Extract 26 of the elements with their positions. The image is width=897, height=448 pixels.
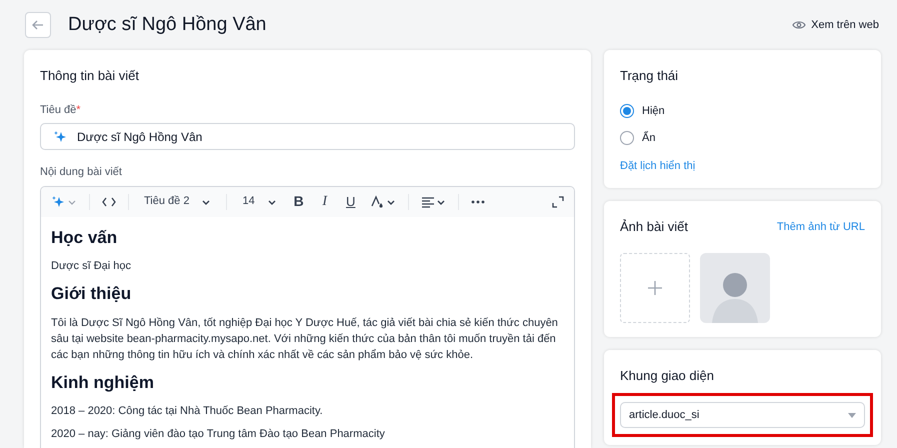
add-image-url-link[interactable]: Thêm ảnh từ URL [776, 218, 865, 235]
content-heading: Kinh nghiệm [51, 372, 155, 394]
content-paragraph: 2018 – 2020: Công tác tại Nhà Thuốc Bean Pharmacity. [51, 404, 324, 419]
field-label: Nội dung bài viết [40, 165, 123, 180]
content-paragraph: Tôi là Dược Sĩ Ngô Hồng Vân, tốt nghiệp Đại học Y Dược Huế, tác giả viết bài chia sẻ kiến thức chuyên sâu tại website bean-pharmacity.mysapo.net. Với những kiến thức của bản thân tôi muốn truyền tải đến các bạn những thông tin hữu ích và chính xác nhất về các sản phẩm bảo vệ sức khỏe. [51, 316, 559, 362]
format-dropdown[interactable]: Tiêu đề 2 [141, 193, 214, 210]
card-title: Ảnh bài viết [620, 218, 688, 236]
field-label: Tiêu đề* [40, 102, 82, 118]
view-on-web-link[interactable]: Xem trên web [792, 16, 879, 34]
content-paragraph: 2020 – nay: Giảng viên đào tạo Trung tâm Đào tạo Bean Pharmacity [51, 427, 386, 442]
template-select[interactable]: article.duoc_si [620, 402, 865, 428]
radio-option[interactable]: Ẩn [620, 130, 656, 146]
content-paragraph: Dược sĩ Đại học [51, 259, 132, 274]
italic-button[interactable]: I [318, 191, 332, 212]
card-title: Trạng thái [620, 67, 680, 85]
title-input-field[interactable]: Dược sĩ Ngô Hồng Vân [40, 123, 575, 150]
schedule-link[interactable]: Đặt lịch hiển thị [620, 158, 865, 174]
underline-button[interactable]: U [344, 192, 358, 212]
content-heading: Giới thiệu [51, 283, 132, 305]
format-dropdown[interactable]: 14 [239, 193, 280, 210]
radio-option[interactable]: Hiện [620, 102, 665, 119]
card-title: Khung giao diện [620, 366, 715, 385]
card-title: Thông tin bài viết [40, 67, 140, 85]
page-title: Dược sĩ Ngô Hồng Vân [68, 12, 266, 37]
content-heading: Học vấn [51, 226, 118, 248]
bold-button[interactable]: B [292, 191, 306, 212]
